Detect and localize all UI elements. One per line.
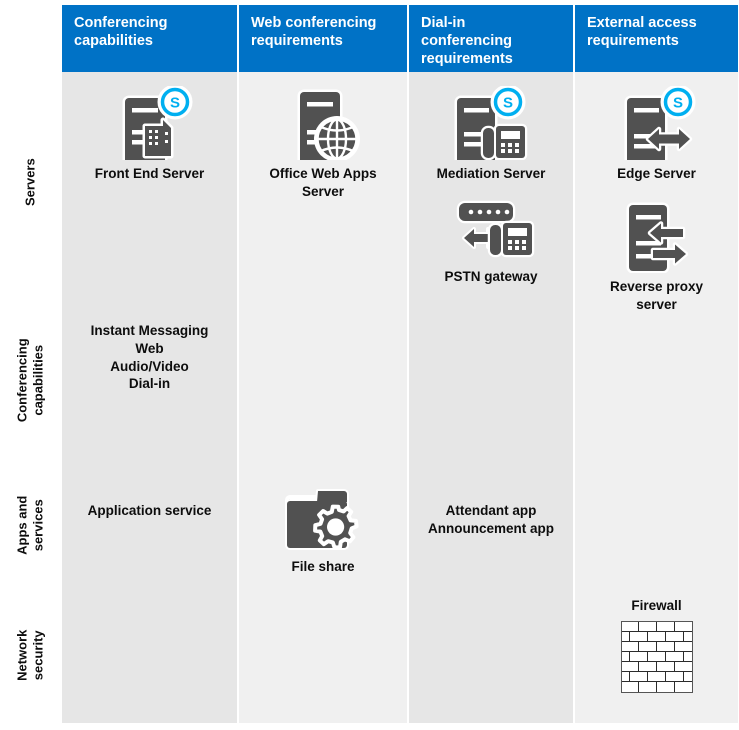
brick-wall-icon [620, 620, 693, 693]
label-office-web-apps-server: Office Web Apps Server [269, 166, 377, 199]
label-firewall: Firewall [631, 598, 682, 613]
item-edge-server[interactable]: S Edge Server [611, 86, 703, 183]
column-body-conferencing-capabilities: S Front End Server Instant Messaging Web… [62, 72, 237, 723]
cell-apps-col3: Attendant app Announcement app [409, 502, 573, 538]
column-conferencing-capabilities: Conferencing capabilities S Front End Se… [62, 5, 237, 723]
label-reverse-proxy-server: Reverse proxy server [609, 278, 704, 312]
column-header-external-access-requirements: External access requirements [575, 5, 738, 72]
svg-text:S: S [169, 95, 179, 112]
label-pstn-gateway: PSTN gateway [444, 268, 538, 284]
column-body-dial-in-conferencing-requirements: S Mediation Server PSTN gateway Attendan… [409, 72, 573, 723]
columns-container: Conferencing capabilities S Front End Se… [62, 5, 739, 723]
item-office-web-apps-server[interactable]: Office Web Apps Server [269, 86, 377, 201]
row-label-network-security: Network security [14, 629, 46, 681]
label-dial-in-apps: Attendant app Announcement app [427, 503, 554, 536]
label-mediation-server: Mediation Server [436, 166, 546, 181]
gateway-phone-icon [456, 200, 535, 258]
column-body-web-conferencing-requirements: Office Web Apps Server File share [239, 72, 407, 723]
label-edge-server: Edge Server [617, 166, 696, 181]
item-file-share[interactable]: File share [282, 487, 364, 576]
folder-gear-icon [285, 489, 359, 550]
column-dial-in-conferencing-requirements: Dial-in conferencing requirements S Medi… [409, 5, 573, 723]
cell-servers-col4: S Edge Server Reverse proxy server [575, 86, 738, 313]
cell-servers-col3: S Mediation Server PSTN gateway [409, 86, 573, 286]
label-file-share: File share [291, 559, 355, 574]
capabilities-list-col1: Instant Messaging Web Audio/Video Dial-i… [90, 323, 209, 392]
item-reverse-proxy-server[interactable]: Reverse proxy server [610, 201, 703, 314]
cell-apps-col2: File share [239, 487, 407, 576]
column-header-web-conferencing-requirements: Web conferencing requirements [239, 5, 407, 72]
server-skype-arrows-icon: S [624, 86, 695, 160]
cell-security-col4: Firewall [575, 597, 738, 693]
item-front-end-server[interactable]: S Front End Server [94, 86, 205, 183]
server-skype-building-icon: S [122, 86, 192, 160]
item-firewall[interactable]: Firewall [620, 597, 693, 693]
svg-text:S: S [503, 95, 513, 112]
column-web-conferencing-requirements: Web conferencing requirements Office Web… [239, 5, 407, 723]
conferencing-requirements-diagram: Servers Conferencing capabilities Apps a… [0, 0, 739, 730]
item-mediation-server[interactable]: S Mediation Server [436, 86, 546, 183]
row-label-conferencing-capabilities: Conferencing capabilities [14, 338, 47, 422]
cell-servers-col1: S Front End Server [62, 86, 237, 183]
column-body-external-access-requirements: S Edge Server Reverse proxy server Firew… [575, 72, 738, 723]
label-front-end-server: Front End Server [94, 166, 205, 181]
column-header-conferencing-capabilities: Conferencing capabilities [62, 5, 237, 72]
server-globe-icon [297, 89, 360, 160]
cell-servers-col2: Office Web Apps Server [239, 86, 407, 201]
item-pstn-gateway[interactable]: PSTN gateway [444, 199, 538, 286]
row-label-apps-and-services: Apps and services [14, 495, 46, 555]
svg-text:S: S [672, 95, 682, 112]
server-skype-phone-icon: S [454, 86, 528, 160]
row-label-rail: Servers Conferencing capabilities Apps a… [0, 0, 62, 730]
label-application-service: Application service [87, 503, 212, 518]
row-label-servers: Servers [22, 158, 38, 207]
column-header-dial-in-conferencing-requirements: Dial-in conferencing requirements [409, 5, 573, 72]
cell-capabilities-col1: Instant Messaging Web Audio/Video Dial-i… [62, 322, 237, 393]
cell-apps-col1: Application service [62, 502, 237, 520]
column-external-access-requirements: External access requirements S Edge Serv… [575, 5, 738, 723]
server-reverse-arrows-icon [626, 202, 688, 273]
